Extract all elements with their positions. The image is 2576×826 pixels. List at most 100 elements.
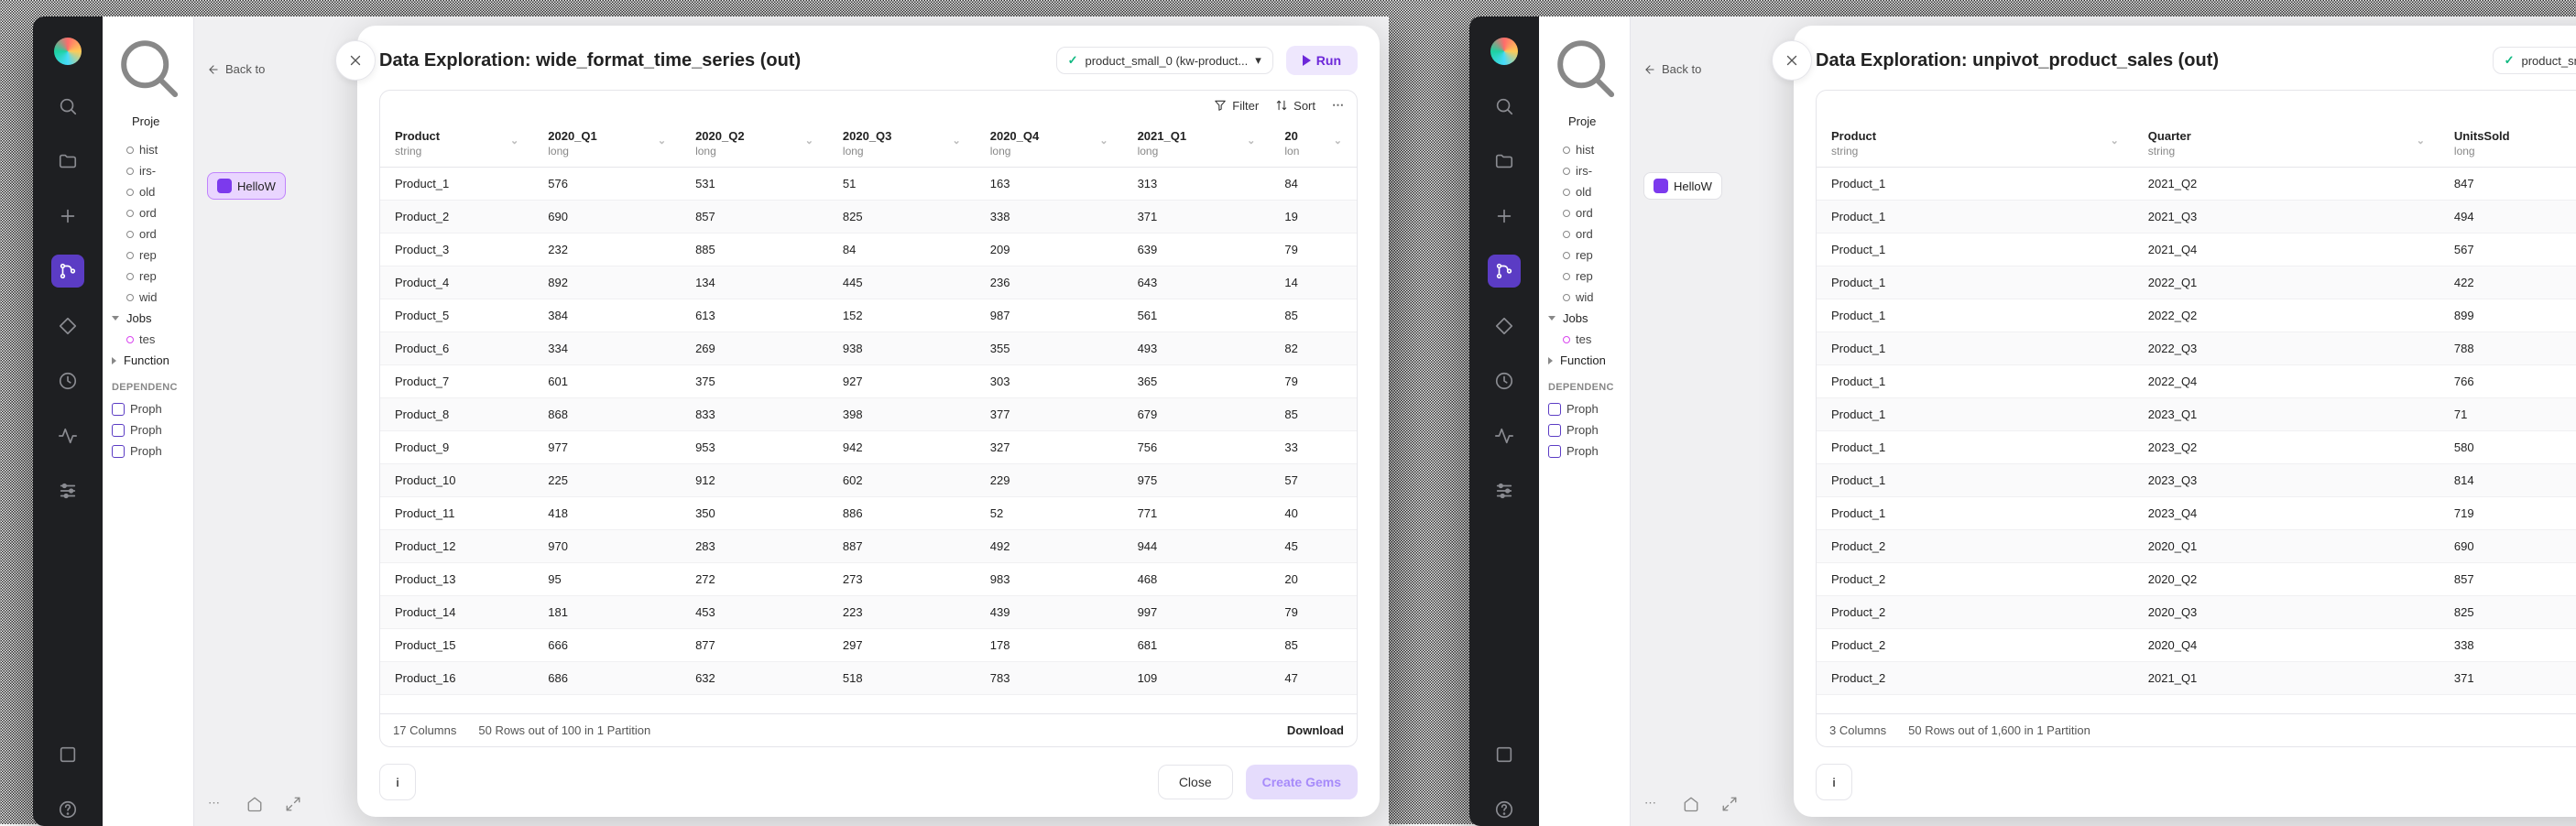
dependency-item[interactable]: Proph [1548,419,1621,440]
help-icon[interactable] [1488,793,1521,826]
table-row[interactable]: Product_139527227398346820 [380,563,1357,596]
column-header[interactable]: Product⌄string [1817,120,2134,168]
jobs-section[interactable]: Jobs [1548,308,1621,329]
plus-icon[interactable] [51,200,84,233]
table-row[interactable]: Product_1297028388749294445 [380,530,1357,563]
pulse-icon[interactable] [51,419,84,452]
folder-icon[interactable] [51,145,84,178]
table-row[interactable]: Product_1668663251878310947 [380,662,1357,695]
pulse-icon[interactable] [1488,419,1521,452]
search-icon[interactable] [1488,90,1521,123]
table-row[interactable]: Product_22020_Q3825 [1817,596,2576,629]
download-button[interactable]: Download [1287,723,1344,737]
expand-icon[interactable] [280,791,306,817]
table-row[interactable]: Product_22020_Q4338 [1817,629,2576,662]
table-row[interactable]: Product_997795394232775633 [380,431,1357,464]
table-row[interactable]: Product_12023_Q171 [1817,398,2576,431]
tree-item[interactable]: rep [1548,245,1621,266]
tree-item[interactable]: ord [112,223,184,245]
table-row[interactable]: Product_886883339837767985 [380,398,1357,431]
table-row[interactable]: Product_760137592730336579 [380,365,1357,398]
plus-icon[interactable] [1488,200,1521,233]
table-row[interactable]: Product_489213444523664314 [380,266,1357,299]
folder-icon[interactable] [1488,145,1521,178]
column-header[interactable]: Quarter⌄string [2134,120,2440,168]
back-link[interactable]: Back to [207,62,265,76]
dependency-item[interactable]: Proph [112,419,184,440]
table-row[interactable]: Product_12021_Q2847 [1817,168,2576,201]
tree-item[interactable]: hist [112,139,184,160]
data-table[interactable]: Product⌄stringQuarter⌄stringUnitsSold⌄lo… [1816,120,2576,714]
table-row[interactable]: Product_12023_Q4719 [1817,497,2576,530]
table-row[interactable]: Product_12022_Q4766 [1817,365,2576,398]
tree-item[interactable]: irs- [1548,160,1621,181]
tree-item[interactable]: hist [1548,139,1621,160]
more-icon[interactable]: ⋯ [203,791,229,817]
node-chip[interactable]: HelloW [1643,172,1722,200]
node-chip[interactable]: HelloW [207,172,286,200]
close-modal-button[interactable] [1772,40,1812,81]
table-row[interactable]: Product_1022591260222997557 [380,464,1357,497]
tree-item[interactable]: ord [1548,223,1621,245]
dependency-item[interactable]: Proph [1548,398,1621,419]
table-row[interactable]: Product_22020_Q2857 [1817,563,2576,596]
tree-item[interactable]: irs- [112,160,184,181]
table-row[interactable]: Product_633426993835549382 [380,332,1357,365]
tree-item[interactable]: ord [112,202,184,223]
table-row[interactable]: Product_12023_Q3814 [1817,464,2576,497]
run-button[interactable]: Run [1286,46,1358,75]
tree-item[interactable]: wid [1548,287,1621,308]
sort-button[interactable]: Sort [1275,99,1315,113]
tree-item[interactable]: old [112,181,184,202]
table-row[interactable]: Product_22021_Q1371 [1817,662,2576,695]
branch-icon[interactable] [51,255,84,288]
info-button[interactable]: i [379,764,416,800]
more-icon[interactable]: ⋯ [1640,791,1665,817]
dependency-item[interactable]: Proph [112,440,184,462]
column-header[interactable]: 2020_Q4⌄long [976,120,1123,168]
fabric-dropdown[interactable]: ✓ product_small_0 (kw-product... ▾ [2493,47,2576,74]
clock-icon[interactable] [51,364,84,397]
table-row[interactable]: Product_22020_Q1690 [1817,530,2576,563]
job-item[interactable]: tes [1548,329,1621,350]
functions-section[interactable]: Function [1548,350,1621,371]
back-link[interactable]: Back to [1643,62,1701,76]
sidebar-search[interactable] [112,31,184,103]
table-row[interactable]: Product_12022_Q1422 [1817,266,2576,299]
column-header[interactable]: UnitsSold⌄long [2440,120,2576,168]
table-row[interactable]: Product_114183508865277140 [380,497,1357,530]
search-icon[interactable] [51,90,84,123]
table-row[interactable]: Product_32328858420963979 [380,234,1357,266]
home-icon[interactable] [1678,791,1704,817]
dependency-item[interactable]: Proph [1548,440,1621,462]
table-row[interactable]: Product_15765315116331384 [380,168,1357,201]
clock-icon[interactable] [1488,364,1521,397]
box-icon[interactable] [1488,738,1521,771]
tree-item[interactable]: rep [1548,266,1621,287]
table-row[interactable]: Product_12023_Q2580 [1817,431,2576,464]
box-icon[interactable] [51,738,84,771]
create-gems-button[interactable]: Create Gems [1246,765,1358,799]
table-row[interactable]: Product_1418145322343999779 [380,596,1357,629]
diamond-icon[interactable] [51,310,84,342]
tree-item[interactable]: rep [112,266,184,287]
table-row[interactable]: Product_12022_Q2899 [1817,299,2576,332]
column-header[interactable]: 2021_Q1⌄long [1123,120,1271,168]
home-icon[interactable] [242,791,267,817]
tree-item[interactable]: wid [112,287,184,308]
table-row[interactable]: Product_12021_Q4567 [1817,234,2576,266]
table-row[interactable]: Product_1566687729717868185 [380,629,1357,662]
dependency-item[interactable]: Proph [112,398,184,419]
project-label[interactable]: Proje [132,114,184,128]
project-label[interactable]: Proje [1568,114,1621,128]
tree-item[interactable]: old [1548,181,1621,202]
help-icon[interactable] [51,793,84,826]
jobs-section[interactable]: Jobs [112,308,184,329]
info-button[interactable]: i [1816,764,1852,800]
fabric-dropdown[interactable]: ✓ product_small_0 (kw-product... ▾ [1056,47,1273,74]
sliders-icon[interactable] [1488,474,1521,507]
table-row[interactable]: Product_538461315298756185 [380,299,1357,332]
expand-icon[interactable] [1717,791,1742,817]
tree-item[interactable]: rep [112,245,184,266]
filter-button[interactable]: Filter [1214,99,1259,113]
